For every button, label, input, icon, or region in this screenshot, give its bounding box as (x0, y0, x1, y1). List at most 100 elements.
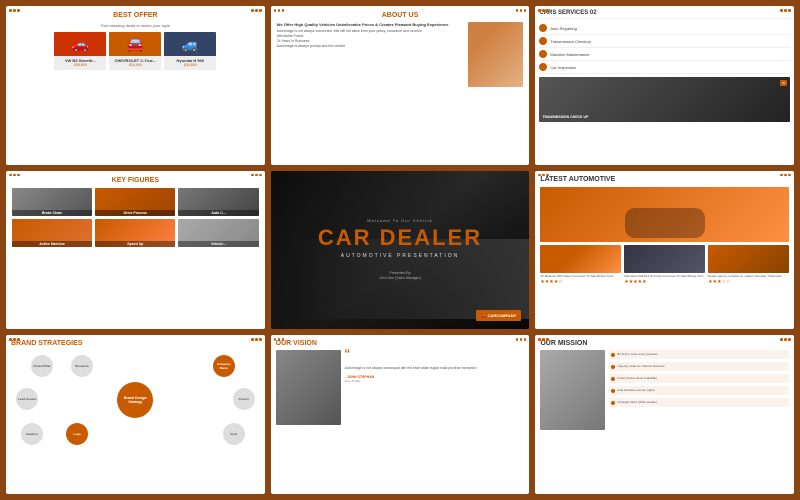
brand-node-8: Presen (233, 388, 255, 410)
brand-center: Brand Design Strategy (117, 382, 153, 418)
key-item-1: Brake Chain (12, 188, 92, 216)
mission-text-2: Urgently scale for channel business (617, 364, 664, 368)
car-name-2: CHEVROLET C-Truc... (109, 56, 161, 63)
car-dealer-presenter: Presented By John Doe (Sales Manager) (379, 271, 421, 282)
vision-role: Auto Trader (345, 379, 525, 383)
latest-stars-1: ★★★★☆ (540, 279, 621, 285)
mission-text-4: Fuel attractive source (right) (617, 388, 654, 392)
latest-img-2 (624, 245, 705, 273)
latest-stars-3: ★★★☆☆ (708, 279, 789, 285)
car-icon-2: 🚘 (127, 36, 144, 53)
slide-brand-strategies: BRAND STRATEGIES Fluted Pillar Research … (6, 335, 265, 494)
car-icon-3: 🚙 (182, 36, 199, 53)
mission-list: Be first to enter every question Urgentl… (609, 350, 789, 430)
car-card-3: 🚙 Hyundai H 500 $34,800 (164, 32, 216, 70)
vision-content: “ AutoImage is not always consequat dim … (276, 350, 525, 425)
service-image-label: TRANSMISSION CHECK UP (542, 115, 588, 119)
key-label-5: Speed Up (95, 241, 175, 247)
vision-text: “ AutoImage is not always consequat dim … (345, 350, 525, 383)
key-item-3: Auto C... (178, 188, 258, 216)
car-dealer-sub: AUTOMOTIVE PRESENTATION (341, 253, 460, 259)
latest-title: LATEST AUTOMOTIVE (540, 176, 789, 183)
slide-cars-services: CARS SERVICES 02 Auto Repairing Transmis… (535, 6, 794, 165)
latest-row: On Balance With Sales Crossover To Sale … (540, 245, 789, 285)
slide-car-dealer: Welcome To Our Vehicle CAR DEALER AUTOMO… (271, 171, 530, 330)
service-icon-2 (539, 37, 547, 45)
service-item-1: Auto Repairing (539, 22, 790, 35)
latest-item-title-2: Mercedes Will Roll Out Fast Crossover To… (624, 275, 705, 279)
car-price-1: $38,800 (54, 63, 106, 67)
latest-img-1 (540, 245, 621, 273)
brand-node-4: Ideation (21, 423, 43, 445)
vision-body: AutoImage is not always consequat dim el… (345, 366, 525, 371)
slide-our-vision: OUR VISION “ AutoImage is not always con… (271, 335, 530, 494)
key-title: KEY FIGURES (12, 177, 259, 184)
car-card-2: 🚘 CHEVROLET C-Truc... $34,400 (109, 32, 161, 70)
service-name-4: Car Inspection (550, 65, 576, 70)
brand-node-5: Logo (66, 423, 88, 445)
latest-item-3: Dealer agency remarks on 'safest' intel … (708, 245, 789, 285)
slide-about-us: ABOUT US We Offer High Quality Vehicles … (271, 6, 530, 165)
services-title: CARS SERVICES 02 (539, 10, 790, 19)
brand-title: BRAND STRATEGIES (11, 340, 260, 347)
car-cards: 🚗 VW B3 Streetti... $38,800 🚘 CHEVROLET … (12, 32, 259, 70)
service-image: TRANSMISSION CHECK UP ⚙ (539, 77, 790, 122)
about-text: We Offer High Quality Vehicles Unbelieva… (277, 22, 466, 87)
car-price-2: $34,400 (109, 63, 161, 67)
mission-item-1: Be first to enter every question (609, 350, 789, 359)
car-name-3: Hyundai H 500 (164, 56, 216, 63)
slide-our-mission: OUR MISSION Be first to enter every ques… (535, 335, 794, 494)
mission-content: Be first to enter every question Urgentl… (540, 350, 789, 430)
logo-icon: 🚗 (481, 313, 486, 318)
presenter-label: Presented By (389, 271, 410, 275)
about-image (468, 22, 523, 87)
mission-dot-2 (611, 365, 615, 369)
main-grid: BEST OFFER Find amazing deals to match y… (0, 0, 800, 500)
slide-latest-automotive: LATEST AUTOMOTIVE On Balance With Sales … (535, 171, 794, 330)
key-label-2: Drive Process (95, 210, 175, 216)
service-icon-3 (539, 50, 547, 58)
service-item-2: Transmission Checkup (539, 35, 790, 48)
mission-dot-5 (611, 401, 615, 405)
service-name-1: Auto Repairing (550, 26, 576, 31)
mission-title: OUR MISSION (540, 340, 789, 347)
slide-key-figures: KEY FIGURES Brake Chain Drive Process Au… (6, 171, 265, 330)
service-item-4: Car Inspection (539, 61, 790, 74)
latest-main-image (540, 187, 789, 242)
about-highlight: We Offer High Quality Vehicles Unbelieva… (277, 22, 466, 27)
mission-dot-3 (611, 377, 615, 381)
brand-node-7: Lead Genera (16, 388, 38, 410)
car-dealer-pre: Welcome To Our Vehicle (367, 218, 433, 223)
brand-node-6: Goal (223, 423, 245, 445)
car-dealer-title: CAR DEALER (318, 227, 482, 249)
latest-item-title-1: On Balance With Sales Crossover To Sale … (540, 275, 621, 279)
key-item-2: Drive Process (95, 188, 175, 216)
mission-text-1: Be first to enter every question (617, 352, 658, 356)
best-offer-subtitle: Find amazing deals to match your style (12, 23, 259, 28)
latest-item-1: On Balance With Sales Crossover To Sale … (540, 245, 621, 285)
car-card-1: 🚗 VW B3 Streetti... $38,800 (54, 32, 106, 70)
key-label-3: Auto C... (178, 210, 258, 216)
latest-img-3 (708, 245, 789, 273)
car-name-1: VW B3 Streetti... (54, 56, 106, 63)
key-item-5: Speed Up (95, 219, 175, 247)
logo-text: CARCOMPANY (488, 313, 517, 318)
latest-item-title-3: Dealer agency remarks on 'safest' intel … (708, 275, 789, 279)
car-shape (625, 208, 705, 238)
quote-mark: “ (345, 350, 525, 363)
service-badge: ⚙ (780, 80, 787, 86)
mission-dot-1 (611, 353, 615, 357)
vision-title: OUR VISION (276, 340, 525, 347)
service-icon-1 (539, 24, 547, 32)
car-icon-1: 🚗 (72, 36, 89, 53)
about-body4: AutoImage is always prompt and the vehic… (277, 44, 466, 49)
latest-item-2: Mercedes Will Roll Out Fast Crossover To… (624, 245, 705, 285)
about-content: We Offer High Quality Vehicles Unbelieva… (277, 22, 524, 87)
brand-node-1: Fluted Pillar (31, 355, 53, 377)
key-label-4: Active Machine (12, 241, 92, 247)
mission-item-2: Urgently scale for channel business (609, 362, 789, 371)
key-label-6: Vehicle... (178, 241, 258, 247)
service-name-2: Transmission Checkup (550, 39, 591, 44)
mission-text-3: Foster bottom-level scalability (617, 376, 657, 380)
car-dealer-logo: 🚗 CARCOMPANY (476, 310, 521, 321)
